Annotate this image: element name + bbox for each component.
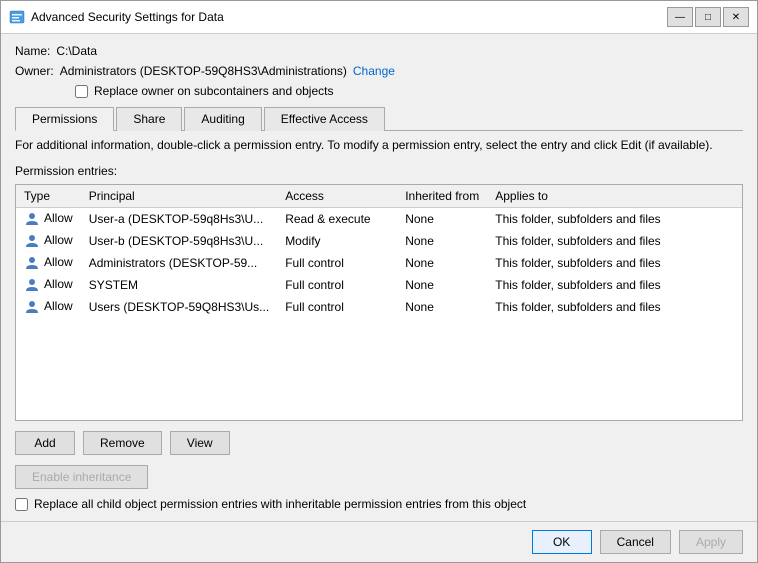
maximize-button[interactable]: □	[695, 7, 721, 27]
tab-share[interactable]: Share	[116, 107, 182, 131]
owner-label: Owner:	[15, 64, 54, 78]
entries-label: Permission entries:	[15, 164, 743, 178]
tab-permissions[interactable]: Permissions	[15, 107, 114, 131]
info-text: For additional information, double-click…	[15, 137, 743, 154]
cell-type: Allow	[16, 296, 81, 318]
tab-effective-access[interactable]: Effective Access	[264, 107, 385, 131]
name-row: Name: C:\Data	[15, 44, 743, 58]
window-controls: — □ ✕	[667, 7, 749, 27]
permission-table-container: Type Principal Access Inherited from App…	[15, 184, 743, 421]
window-title: Advanced Security Settings for Data	[31, 10, 667, 24]
apply-button[interactable]: Apply	[679, 530, 743, 554]
window-icon	[9, 9, 25, 25]
cell-principal: Administrators (DESKTOP-59...	[81, 252, 278, 274]
cell-access: Full control	[277, 274, 397, 296]
cell-inherited: None	[397, 230, 487, 252]
cell-inherited: None	[397, 296, 487, 318]
cell-type: Allow	[16, 274, 81, 296]
replace-child-row: Replace all child object permission entr…	[15, 497, 743, 511]
owner-value: Administrators (DESKTOP-59Q8HS3\Administ…	[60, 64, 347, 78]
col-header-access: Access	[277, 185, 397, 208]
cell-inherited: None	[397, 252, 487, 274]
change-link[interactable]: Change	[353, 64, 395, 78]
action-buttons-row: Add Remove View	[15, 431, 743, 455]
name-label: Name:	[15, 44, 50, 58]
enable-inheritance-row: Enable inheritance	[15, 465, 743, 489]
cell-applies: This folder, subfolders and files	[487, 252, 742, 274]
table-row[interactable]: Allow SYSTEM Full control None This fold…	[16, 274, 742, 296]
owner-row: Owner: Administrators (DESKTOP-59Q8HS3\A…	[15, 64, 743, 78]
cell-principal: User-b (DESKTOP-59q8Hs3\U...	[81, 230, 278, 252]
tab-auditing[interactable]: Auditing	[184, 107, 261, 131]
col-header-type: Type	[16, 185, 81, 208]
col-header-inherited: Inherited from	[397, 185, 487, 208]
replace-owner-label: Replace owner on subcontainers and objec…	[94, 84, 333, 98]
add-button[interactable]: Add	[15, 431, 75, 455]
replace-child-label: Replace all child object permission entr…	[34, 497, 526, 511]
cell-access: Modify	[277, 230, 397, 252]
content-area: Name: C:\Data Owner: Administrators (DES…	[1, 34, 757, 521]
cell-type: Allow	[16, 207, 81, 230]
replace-owner-checkbox[interactable]	[75, 85, 88, 98]
cell-principal: User-a (DESKTOP-59q8Hs3\U...	[81, 207, 278, 230]
cell-access: Full control	[277, 296, 397, 318]
cell-inherited: None	[397, 274, 487, 296]
cell-type: Allow	[16, 230, 81, 252]
close-button[interactable]: ✕	[723, 7, 749, 27]
view-button[interactable]: View	[170, 431, 230, 455]
cell-type: Allow	[16, 252, 81, 274]
cell-access: Full control	[277, 252, 397, 274]
table-row[interactable]: Allow Users (DESKTOP-59Q8HS3\Us... Full …	[16, 296, 742, 318]
replace-child-checkbox[interactable]	[15, 498, 28, 511]
col-header-applies: Applies to	[487, 185, 742, 208]
main-window: Advanced Security Settings for Data — □ …	[0, 0, 758, 563]
cell-applies: This folder, subfolders and files	[487, 207, 742, 230]
permission-table: Type Principal Access Inherited from App…	[16, 185, 742, 318]
minimize-button[interactable]: —	[667, 7, 693, 27]
title-bar: Advanced Security Settings for Data — □ …	[1, 1, 757, 34]
ok-button[interactable]: OK	[532, 530, 592, 554]
cancel-button[interactable]: Cancel	[600, 530, 671, 554]
table-row[interactable]: Allow User-b (DESKTOP-59q8Hs3\U... Modif…	[16, 230, 742, 252]
tab-bar: Permissions Share Auditing Effective Acc…	[15, 106, 743, 131]
cell-principal: Users (DESKTOP-59Q8HS3\Us...	[81, 296, 278, 318]
cell-inherited: None	[397, 207, 487, 230]
table-row[interactable]: Allow Administrators (DESKTOP-59... Full…	[16, 252, 742, 274]
cell-principal: SYSTEM	[81, 274, 278, 296]
cell-access: Read & execute	[277, 207, 397, 230]
footer: OK Cancel Apply	[1, 521, 757, 562]
remove-button[interactable]: Remove	[83, 431, 162, 455]
cell-applies: This folder, subfolders and files	[487, 274, 742, 296]
col-header-principal: Principal	[81, 185, 278, 208]
cell-applies: This folder, subfolders and files	[487, 296, 742, 318]
enable-inheritance-button[interactable]: Enable inheritance	[15, 465, 148, 489]
replace-owner-row: Replace owner on subcontainers and objec…	[75, 84, 743, 98]
cell-applies: This folder, subfolders and files	[487, 230, 742, 252]
name-value: C:\Data	[56, 44, 97, 58]
table-row[interactable]: Allow User-a (DESKTOP-59q8Hs3\U... Read …	[16, 207, 742, 230]
